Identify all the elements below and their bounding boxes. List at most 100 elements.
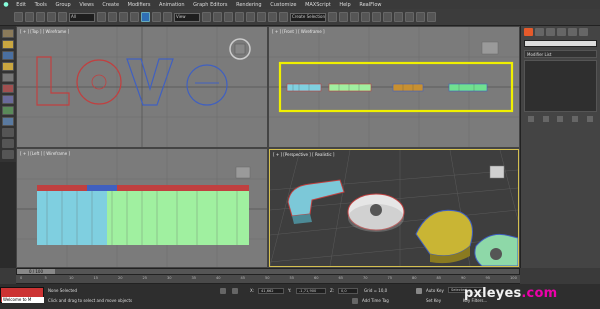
time-slider[interactable]: 0 / 100 [16, 268, 520, 275]
menu-modifiers[interactable]: Modifiers [123, 2, 154, 8]
menu-group[interactable]: Group [51, 2, 75, 8]
viewport-perspective-label[interactable]: [ + ] [Perspective ] [ Realistic ] [273, 152, 334, 157]
display-tab-icon[interactable] [568, 27, 577, 36]
window-crossing-icon[interactable] [130, 12, 139, 22]
menu-views[interactable]: Views [75, 2, 98, 8]
viewport-left[interactable]: [ + ] [Left ] [ Wireframe ] [17, 149, 267, 267]
select-object-icon[interactable] [97, 12, 106, 22]
tool-2-icon[interactable] [2, 40, 14, 49]
show-end-result-icon[interactable] [542, 116, 549, 122]
select-by-name-icon[interactable] [108, 12, 117, 22]
select-manipulate-icon[interactable] [213, 12, 222, 22]
render-setup-icon[interactable] [405, 12, 414, 22]
viewport-perspective[interactable]: [ + ] [Perspective ] [ Realistic ] [269, 149, 519, 267]
time-slider-handle[interactable]: 0 / 100 [17, 269, 55, 274]
lock-selection-icon[interactable] [220, 288, 226, 294]
create-tab-icon[interactable] [524, 27, 533, 36]
viewport-left-label[interactable]: [ + ] [Left ] [ Wireframe ] [20, 151, 70, 156]
named-selection-dropdown[interactable]: Create Selection Set [290, 12, 326, 22]
menu-maxscript[interactable]: MAXScript [301, 2, 335, 8]
menu-animation[interactable]: Animation [155, 2, 189, 8]
keyboard-shortcut-icon[interactable] [224, 12, 233, 22]
application-button[interactable]: ● [0, 0, 12, 9]
schematic-view-icon[interactable] [383, 12, 392, 22]
select-and-rotate-icon[interactable] [152, 12, 161, 22]
set-key-button[interactable]: Set Key [426, 298, 441, 303]
z-label: Z: [330, 288, 335, 293]
tool-5-icon[interactable] [2, 73, 14, 82]
snap-toggle-icon[interactable] [235, 12, 244, 22]
add-time-tag[interactable]: Add Time Tag [362, 298, 389, 303]
select-and-move-icon[interactable] [141, 12, 150, 22]
viewport-top[interactable]: [ + ] [Top ] [ Wireframe ] [17, 27, 267, 147]
viewport-top-label[interactable]: [ + ] [Top ] [ Wireframe ] [20, 29, 69, 34]
track-bar[interactable]: 0 5 10 15 20 25 30 35 40 45 50 55 60 65 70 75 80 85 90 95 10… [16, 275, 520, 284]
timeline-tick: 15 [93, 276, 99, 280]
rendered-frame-icon[interactable] [416, 12, 425, 22]
menu-edit[interactable]: Edit [12, 2, 30, 8]
bind-space-warp-icon[interactable] [58, 12, 67, 22]
x-coordinate-field[interactable]: 41,662 [258, 288, 284, 294]
graphite-tools-icon[interactable] [361, 12, 370, 22]
menu-realflow[interactable]: RealFlow [355, 2, 386, 8]
curve-editor-icon[interactable] [372, 12, 381, 22]
tool-6-icon[interactable] [2, 84, 14, 93]
tool-10-icon[interactable] [2, 128, 14, 137]
material-editor-icon[interactable] [394, 12, 403, 22]
percent-snap-icon[interactable] [257, 12, 266, 22]
timeline-tick: 65 [338, 276, 344, 280]
z-coordinate-field[interactable]: 0,0 [338, 288, 358, 294]
link-icon[interactable] [36, 12, 45, 22]
align-icon[interactable] [339, 12, 348, 22]
remove-modifier-icon[interactable] [572, 116, 579, 122]
make-unique-icon[interactable] [557, 116, 564, 122]
menu-help[interactable]: Help [335, 2, 355, 8]
spinner-snap-icon[interactable] [268, 12, 277, 22]
tool-3-icon[interactable] [2, 51, 14, 60]
tool-1-icon[interactable] [2, 29, 14, 38]
modifier-stack[interactable] [524, 60, 597, 112]
menu-rendering[interactable]: Rendering [232, 2, 266, 8]
tool-4-icon[interactable] [2, 62, 14, 71]
utilities-tab-icon[interactable] [579, 27, 588, 36]
render-production-icon[interactable] [427, 12, 436, 22]
angle-snap-icon[interactable] [246, 12, 255, 22]
configure-modifier-sets-icon[interactable] [586, 116, 593, 122]
hierarchy-tab-icon[interactable] [546, 27, 555, 36]
auto-key-button[interactable]: Auto Key [426, 288, 444, 293]
absolute-mode-icon[interactable] [232, 288, 238, 294]
modifier-list-dropdown[interactable]: Modifier List [524, 50, 597, 58]
object-name-field[interactable] [524, 40, 597, 47]
pin-stack-icon[interactable] [528, 116, 535, 122]
maxscript-listener[interactable]: Welcome to M [0, 287, 44, 303]
maxscript-input[interactable]: Welcome to M [2, 297, 44, 303]
layer-manager-icon[interactable] [350, 12, 359, 22]
menu-tools[interactable]: Tools [30, 2, 51, 8]
tool-9-icon[interactable] [2, 117, 14, 126]
tool-11-icon[interactable] [2, 139, 14, 148]
mirror-icon[interactable] [328, 12, 337, 22]
time-tag-icon[interactable] [352, 298, 358, 304]
menu-create[interactable]: Create [98, 2, 123, 8]
motion-tab-icon[interactable] [557, 27, 566, 36]
rect-selection-icon[interactable] [119, 12, 128, 22]
viewport-front[interactable]: [ + ] [Front ] [ Wireframe ] [269, 27, 519, 147]
undo-icon[interactable] [14, 12, 23, 22]
redo-icon[interactable] [25, 12, 34, 22]
select-and-scale-icon[interactable] [163, 12, 172, 22]
tool-12-icon[interactable] [2, 150, 14, 159]
y-coordinate-field[interactable]: -1,71,900 [296, 288, 326, 294]
menu-customize[interactable]: Customize [266, 2, 301, 8]
unlink-icon[interactable] [47, 12, 56, 22]
modify-tab-icon[interactable] [535, 27, 544, 36]
key-icon[interactable] [416, 288, 422, 294]
selection-filter-dropdown[interactable]: All [69, 12, 95, 22]
tool-8-icon[interactable] [2, 106, 14, 115]
viewport-front-label[interactable]: [ + ] [Front ] [ Wireframe ] [272, 29, 325, 34]
tool-7-icon[interactable] [2, 95, 14, 104]
menu-graph-editors[interactable]: Graph Editors [189, 2, 232, 8]
pivot-center-icon[interactable] [202, 12, 211, 22]
edit-named-sel-icon[interactable] [279, 12, 288, 22]
timeline-tick: 80 [412, 276, 417, 280]
reference-coord-dropdown[interactable]: View [174, 12, 200, 22]
